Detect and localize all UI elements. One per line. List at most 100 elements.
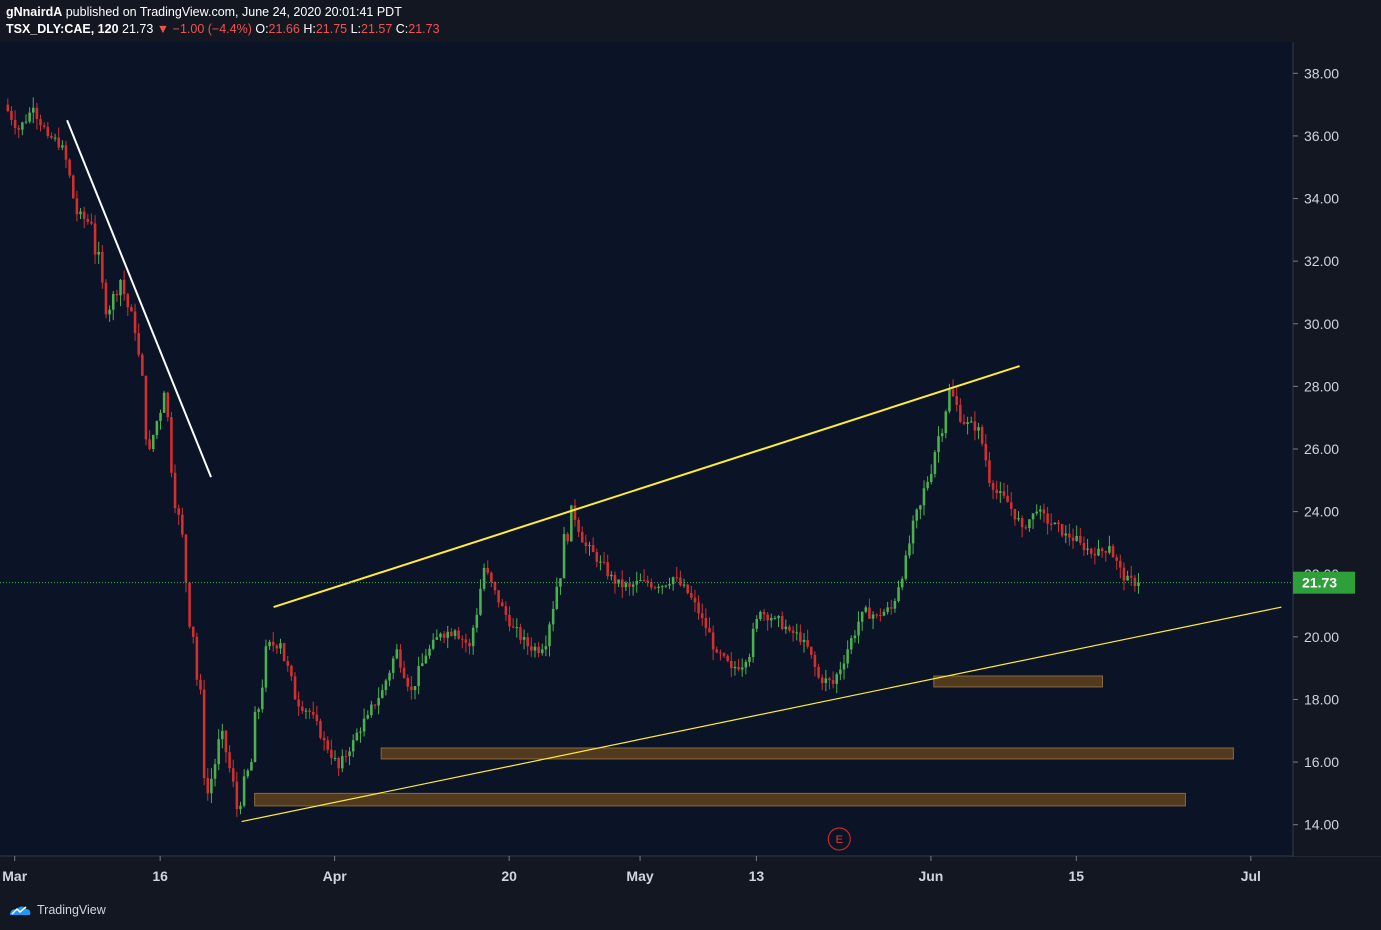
footer: TradingView: [0, 893, 1381, 930]
candle-body: [330, 749, 333, 759]
candle-body: [610, 574, 613, 577]
candle-body: [355, 732, 359, 741]
candle-body: [1017, 518, 1020, 520]
candle-body: [817, 666, 820, 678]
candle-body: [319, 721, 322, 738]
candle-body: [595, 552, 599, 562]
candle-body: [831, 680, 835, 684]
candle-body: [799, 632, 802, 643]
tradingview-brand[interactable]: TradingView: [8, 903, 106, 917]
candle-body: [995, 489, 998, 494]
candle-body: [937, 436, 940, 453]
candle-body: [268, 641, 271, 647]
candle-body: [1079, 535, 1082, 543]
candle-body: [421, 663, 424, 667]
candle-body: [991, 483, 995, 490]
candle-body: [1126, 575, 1129, 581]
candle-body: [628, 583, 631, 587]
plot-area[interactable]: [0, 42, 1293, 856]
y-tick-label: 38.00: [1304, 65, 1339, 81]
candle-body: [286, 661, 290, 666]
candle-body: [788, 626, 791, 631]
candle-body: [700, 613, 704, 619]
candle-body: [235, 781, 239, 810]
candle-body: [715, 649, 719, 653]
candle-body: [566, 534, 569, 542]
candle-body: [835, 674, 839, 684]
x-tick-label: Mar: [2, 868, 27, 884]
candle-body: [511, 626, 515, 628]
time-axis-bg: [0, 857, 1381, 893]
candle-body: [213, 764, 217, 779]
symbol-label[interactable]: TSX_DLY:CAE, 120: [6, 22, 119, 36]
candle-body: [810, 646, 813, 655]
candle-body: [428, 648, 431, 656]
candle-body: [24, 121, 28, 123]
candle-body: [101, 251, 104, 283]
candle-body: [762, 611, 766, 615]
candle-body: [64, 145, 68, 160]
author-name[interactable]: gNnairdA: [6, 5, 62, 19]
candle-body: [668, 584, 671, 586]
candle-body: [722, 653, 726, 656]
candle-body: [17, 128, 20, 130]
candle-body: [242, 776, 246, 806]
candle-body: [839, 669, 842, 675]
y-tick-label: 20.00: [1304, 629, 1339, 645]
candle-body: [115, 293, 119, 296]
candle-body: [504, 606, 508, 615]
y-tick-label: 16.00: [1304, 754, 1339, 770]
candle-body: [104, 282, 108, 315]
candle-body: [1049, 523, 1053, 525]
zone-middle[interactable]: [380, 747, 1234, 760]
candle-body: [584, 542, 588, 547]
candle-body: [631, 584, 635, 587]
candle-body: [130, 307, 133, 312]
candle-body: [977, 427, 980, 431]
candle-body: [439, 633, 442, 638]
candle-body: [802, 639, 806, 643]
candle-body: [344, 756, 348, 758]
low-label: L:: [350, 22, 362, 36]
candle-body: [217, 739, 220, 765]
candle-body: [915, 509, 918, 521]
candle-body: [940, 433, 944, 437]
zone-upper[interactable]: [933, 675, 1103, 688]
x-tick-label: 20: [501, 868, 517, 884]
candle-body: [966, 422, 969, 424]
candle-body: [522, 637, 526, 640]
candle-body: [911, 520, 915, 544]
candle-body: [68, 159, 71, 176]
chart-header: gNnairdA published on TradingView.com, J…: [0, 0, 1381, 42]
candle-body: [279, 643, 282, 649]
candle-body: [191, 626, 195, 637]
candle-body: [588, 545, 591, 547]
candle-body: [253, 711, 257, 763]
candle-body: [471, 627, 475, 647]
zone-lower[interactable]: [254, 792, 1186, 807]
candlestick-chart[interactable]: 14.0016.0018.0020.0022.0024.0026.0028.00…: [0, 42, 1381, 893]
x-tick-label: May: [626, 868, 653, 884]
candle-body: [748, 656, 751, 662]
publish-line: gNnairdA published on TradingView.com, J…: [6, 5, 402, 19]
candle-body: [413, 686, 417, 691]
candle-body: [653, 587, 657, 589]
candle-body: [780, 616, 784, 630]
candle-body: [359, 731, 362, 733]
candle-body: [199, 679, 202, 690]
candle-body: [508, 614, 511, 627]
candle-body: [726, 655, 729, 661]
candle-body: [969, 421, 973, 423]
candle-body: [737, 666, 740, 670]
candle-body: [562, 534, 566, 579]
candle-body: [86, 218, 90, 222]
candle-body: [246, 770, 250, 777]
high-value: 21.75: [315, 22, 348, 36]
candle-body: [1009, 502, 1013, 509]
candle-body: [751, 628, 755, 657]
candle-body: [391, 658, 395, 673]
candle-body: [1086, 548, 1089, 550]
candle-body: [322, 737, 326, 741]
candle-body: [108, 309, 111, 315]
x-tick-label: 15: [1069, 868, 1085, 884]
